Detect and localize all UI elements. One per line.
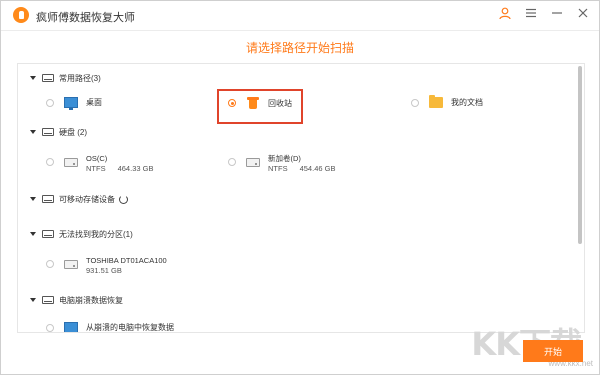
radio-button[interactable] (46, 98, 54, 107)
section-crash-recovery[interactable]: 电脑崩溃数据恢复 (30, 292, 123, 308)
radio-button[interactable] (46, 323, 54, 332)
hard-disk-icon (64, 158, 78, 167)
section-common-paths[interactable]: 常用路径(3) (30, 70, 101, 86)
refresh-icon[interactable] (119, 194, 128, 204)
collapse-caret-icon[interactable] (30, 76, 36, 80)
path-item-my-documents[interactable]: 我的文档 (411, 95, 483, 108)
radio-button[interactable] (228, 158, 236, 166)
section-removable-devices[interactable]: 可移动存储设备 (30, 191, 128, 207)
menu-icon[interactable] (525, 6, 537, 20)
radio-button[interactable] (411, 98, 419, 107)
disk-size: 931.51 GB (86, 266, 122, 275)
collapse-caret-icon[interactable] (30, 232, 36, 236)
disk-filesystem: NTFS (86, 164, 106, 173)
disk-name: TOSHIBA DT01ACA100 (86, 256, 167, 265)
section-label: 电脑崩溃数据恢复 (59, 295, 123, 305)
hard-disk-icon (246, 158, 260, 167)
disk-filesystem: NTFS (268, 164, 288, 173)
window-controls (499, 6, 589, 20)
section-label: 可移动存储设备 (59, 194, 115, 204)
disk-size: 454.46 GB (299, 164, 336, 173)
folder-icon (429, 95, 443, 108)
drive-icon (42, 74, 54, 82)
user-icon[interactable] (499, 6, 511, 20)
crash-recovery-item[interactable]: 从崩溃的电脑中恢复数据 (46, 322, 174, 332)
app-window: 疯师傅数据恢复大师 请选择路径开始扫描 常用路径(3) 桌面 回收站 我的文档 … (0, 0, 600, 375)
desktop-icon (64, 97, 78, 110)
radio-button[interactable] (46, 158, 54, 166)
collapse-caret-icon[interactable] (30, 197, 36, 201)
partition-item-toshiba[interactable]: TOSHIBA DT01ACA100 931.51 GB (46, 256, 167, 276)
disk-size: 464.33 GB (117, 164, 154, 173)
path-item-desktop[interactable]: 桌面 (46, 97, 102, 110)
start-scan-button[interactable]: 开始 (523, 340, 583, 362)
drive-icon (42, 128, 54, 136)
app-logo-icon (13, 7, 29, 23)
disk-name: 新加卷(D) (268, 154, 301, 163)
item-label: 从崩溃的电脑中恢复数据 (86, 323, 174, 332)
minimize-icon[interactable] (551, 6, 563, 20)
page-subtitle: 请选择路径开始扫描 (245, 41, 354, 55)
drive-icon (42, 195, 54, 203)
section-lost-partitions[interactable]: 无法找到我的分区(1) (30, 226, 133, 242)
computer-icon (64, 322, 78, 332)
close-icon[interactable] (577, 6, 589, 20)
disk-name: OS(C) (86, 154, 108, 163)
collapse-caret-icon[interactable] (30, 298, 36, 302)
collapse-caret-icon[interactable] (30, 130, 36, 134)
scrollbar[interactable] (578, 66, 582, 244)
selection-highlight-box (217, 89, 303, 124)
disk-item-d[interactable]: 新加卷(D) NTFS 454.46 GB (228, 154, 335, 174)
section-label: 无法找到我的分区(1) (59, 229, 133, 239)
item-label: 桌面 (86, 98, 102, 107)
radio-button[interactable] (46, 260, 54, 268)
hard-disk-icon (64, 260, 78, 269)
section-label: 硬盘 (2) (59, 127, 87, 137)
title-bar: 疯师傅数据恢复大师 (1, 1, 599, 31)
drive-icon (42, 296, 54, 304)
section-label: 常用路径(3) (59, 73, 101, 83)
drive-icon (42, 230, 54, 238)
item-label: 我的文档 (451, 98, 483, 107)
app-title: 疯师傅数据恢复大师 (36, 12, 135, 24)
disk-item-c[interactable]: OS(C) NTFS 464.33 GB (46, 154, 153, 174)
section-disks[interactable]: 硬盘 (2) (30, 124, 87, 140)
